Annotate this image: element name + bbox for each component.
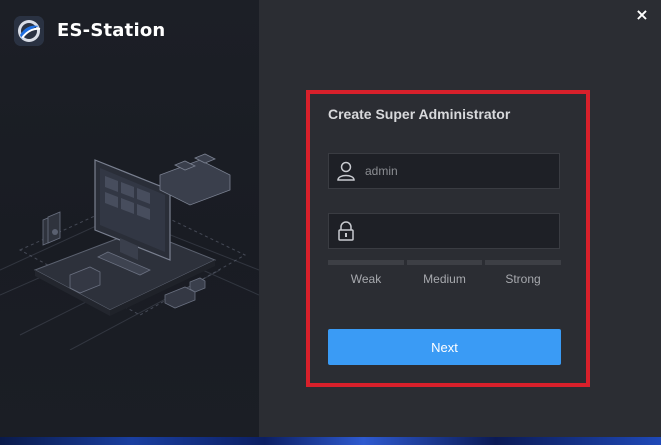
next-button[interactable]: Next [328,329,561,365]
desktop-background-strip [0,437,661,445]
password-field[interactable] [328,213,560,249]
left-illustration-pane: ES-Station [0,0,259,437]
strength-bar-weak [328,260,404,265]
username-input[interactable] [365,154,555,188]
form-title: Create Super Administrator [328,106,511,122]
password-input[interactable] [365,214,555,248]
strength-label-weak: Weak [350,272,382,286]
app-title: ES-Station [57,20,166,41]
username-field[interactable] [328,153,560,189]
strength-label-strong: Strong [505,272,541,286]
user-icon [335,160,357,182]
strength-bar-strong [485,260,561,265]
workstation-illustration [0,153,259,350]
es-station-logo [14,16,44,46]
strength-label-medium: Medium [423,272,466,286]
close-button[interactable]: × [631,4,653,26]
lock-icon [335,220,357,242]
strength-bar-medium [407,260,482,265]
